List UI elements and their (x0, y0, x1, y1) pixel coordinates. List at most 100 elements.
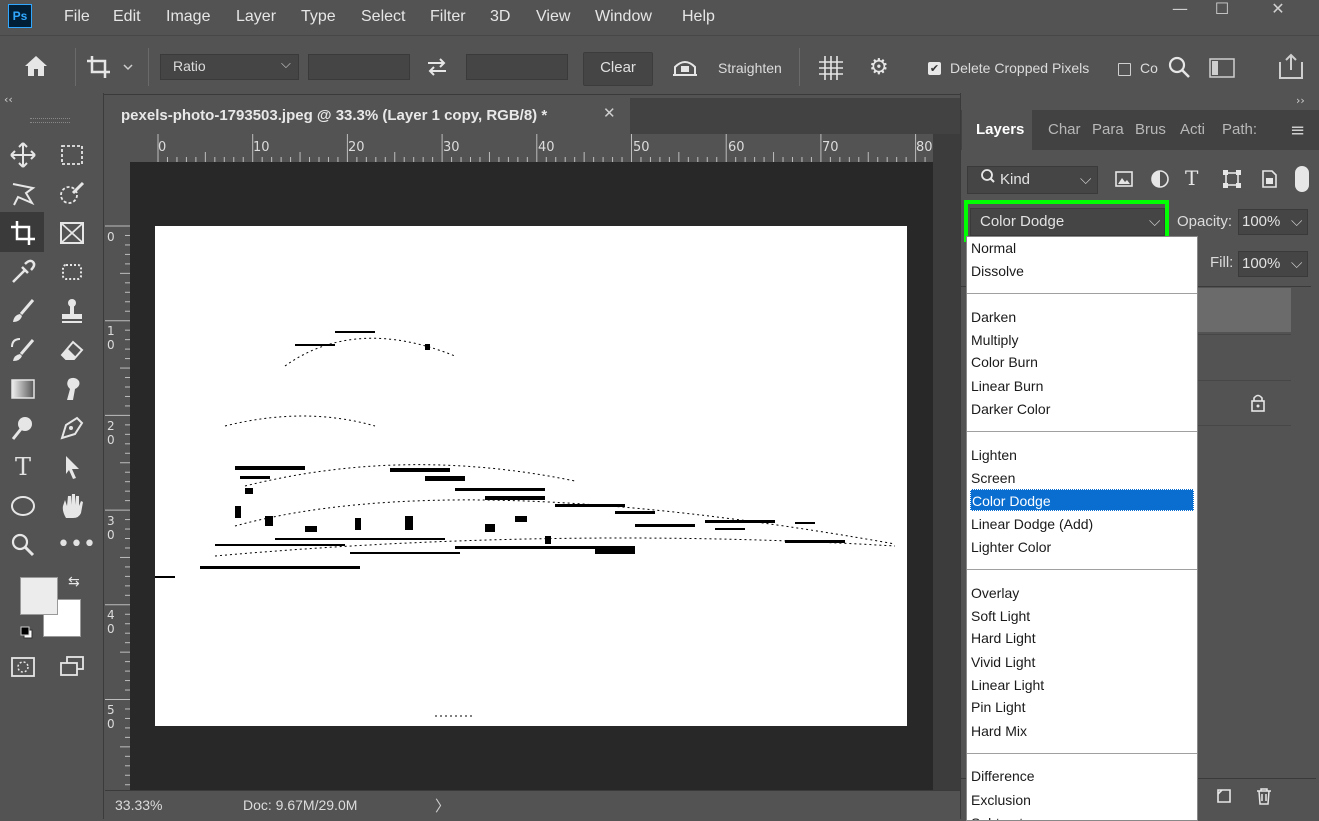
menu-image[interactable]: Image (166, 0, 210, 35)
blend-option-linear-dodge[interactable]: Linear Dodge (Add) (970, 513, 1195, 535)
lock-icon[interactable] (1249, 393, 1267, 417)
smudge-tool-icon[interactable] (57, 374, 87, 404)
blend-option-hard-light[interactable]: Hard Light (970, 627, 1195, 649)
menu-3d[interactable]: 3D (490, 0, 510, 35)
document-tab[interactable]: pexels-photo-1793503.jpeg @ 33.3% (Layer… (105, 98, 630, 134)
type-layer-filter-icon[interactable]: T (1185, 166, 1207, 190)
screen-mode-icon[interactable] (57, 652, 87, 682)
layer-filter-kind-select[interactable]: Kind ⌵ (967, 166, 1098, 194)
blend-option-darken[interactable]: Darken (970, 306, 1195, 328)
blend-option-darker-color[interactable]: Darker Color (970, 398, 1195, 420)
lasso-tool-icon[interactable] (8, 179, 38, 209)
smart-object-filter-icon[interactable] (1258, 168, 1280, 190)
workspace-icon[interactable] (1207, 56, 1237, 80)
blend-option-color-dodge[interactable]: Color Dodge (970, 489, 1194, 511)
blend-option-difference[interactable]: Difference (970, 765, 1195, 787)
menu-filter[interactable]: Filter (430, 0, 466, 35)
straighten-label[interactable]: Straighten (718, 60, 782, 76)
pixel-layer-filter-icon[interactable] (1113, 168, 1135, 190)
search-icon[interactable] (1166, 54, 1192, 82)
tab-paragraph[interactable]: Para (1092, 110, 1124, 150)
toolbar-grip[interactable] (30, 118, 70, 123)
shape-layer-filter-icon[interactable] (1221, 168, 1243, 190)
clear-button[interactable]: Clear (583, 52, 653, 86)
gradient-tool-icon[interactable] (8, 374, 38, 404)
straighten-icon[interactable] (670, 55, 700, 81)
tab-paths[interactable]: Path: (1222, 110, 1257, 150)
quick-mask-icon[interactable] (8, 652, 38, 682)
menu-edit[interactable]: Edit (113, 0, 141, 35)
blend-mode-select[interactable]: Color Dodge ⌵ (970, 208, 1165, 236)
share-icon[interactable] (1276, 52, 1306, 82)
healing-brush-tool-icon[interactable] (57, 257, 87, 287)
menu-type[interactable]: Type (301, 0, 336, 35)
swap-colors-icon[interactable]: ⇆ (68, 574, 80, 590)
foreground-color-swatch-top[interactable] (20, 577, 58, 615)
zoom-tool-icon[interactable] (8, 530, 38, 560)
blend-option-linear-light[interactable]: Linear Light (970, 674, 1195, 696)
blend-option-lighten[interactable]: Lighten (970, 444, 1195, 466)
clone-stamp-tool-icon[interactable] (57, 296, 87, 326)
horizontal-ruler[interactable]: 0 10 20 30 40 50 60 70 80 (105, 134, 933, 163)
frame-tool-icon[interactable] (57, 218, 87, 248)
new-layer-icon[interactable] (1214, 786, 1234, 806)
zoom-level[interactable]: 33.33% (115, 797, 162, 813)
blend-option-color-burn[interactable]: Color Burn (970, 351, 1195, 373)
tab-brushes[interactable]: Brus (1135, 110, 1166, 150)
maximize-button[interactable]: ☐ (1200, 0, 1244, 20)
pen-tool-icon[interactable] (57, 413, 87, 443)
blend-option-overlay[interactable]: Overlay (970, 582, 1195, 604)
tab-layers[interactable]: Layers (976, 110, 1024, 150)
blend-option-subtract[interactable]: Subtract (970, 812, 1195, 820)
home-icon[interactable] (22, 53, 52, 81)
layer-row-background[interactable] (1197, 380, 1291, 426)
menu-layer[interactable]: Layer (236, 0, 276, 35)
panel-menu-icon[interactable]: ≡ (1290, 120, 1305, 141)
history-brush-tool-icon[interactable] (8, 335, 38, 365)
content-aware-checkbox[interactable] (1118, 63, 1131, 76)
status-info-arrow-icon[interactable]: 〉 (435, 795, 450, 816)
delete-cropped-checkbox[interactable]: ✔ (928, 62, 941, 75)
photoshop-logo[interactable]: Ps (8, 4, 32, 28)
close-window-button[interactable]: ✕ (1256, 0, 1300, 20)
ratio-width-input[interactable] (308, 54, 410, 80)
blend-option-dissolve[interactable]: Dissolve (970, 260, 1195, 282)
blend-option-linear-burn[interactable]: Linear Burn (970, 375, 1195, 397)
menu-help[interactable]: Help (682, 0, 715, 35)
tab-character[interactable]: Char (1048, 110, 1081, 150)
blend-option-soft-light[interactable]: Soft Light (970, 605, 1195, 627)
hand-tool-icon[interactable] (57, 491, 87, 521)
menu-window[interactable]: Window (595, 0, 652, 35)
layer-row[interactable] (1197, 334, 1291, 379)
blend-option-normal[interactable]: Normal (970, 237, 1195, 259)
fill-input[interactable]: 100% ⌵ (1238, 251, 1308, 277)
vertical-ruler[interactable]: 0 10 20 30 40 50 (105, 162, 131, 790)
grid-overlay-icon[interactable] (816, 54, 846, 82)
default-colors-icon[interactable] (20, 626, 33, 639)
close-tab-icon[interactable]: ✕ (603, 104, 616, 122)
layer-row-selected[interactable] (1197, 288, 1291, 332)
brush-tool-icon[interactable] (8, 296, 38, 326)
blend-option-lighter-color[interactable]: Lighter Color (970, 536, 1195, 558)
adjustment-layer-filter-icon[interactable] (1149, 168, 1171, 190)
ratio-height-input[interactable] (466, 54, 568, 80)
expand-panels-icon[interactable]: ›› (1296, 94, 1305, 107)
move-tool-icon[interactable] (8, 140, 38, 170)
menu-select[interactable]: Select (361, 0, 405, 35)
marquee-tool-icon[interactable] (57, 140, 87, 170)
tab-actions[interactable]: Acti (1180, 110, 1205, 150)
blend-option-screen[interactable]: Screen (970, 467, 1195, 489)
blend-option-pin-light[interactable]: Pin Light (970, 696, 1195, 718)
crop-tool-preset-icon[interactable] (84, 52, 138, 82)
swap-icon[interactable] (424, 54, 450, 80)
blend-option-exclusion[interactable]: Exclusion (970, 789, 1195, 811)
blend-option-hard-mix[interactable]: Hard Mix (970, 720, 1195, 742)
gear-icon[interactable]: ⚙ (869, 54, 899, 84)
filter-toggle-switch[interactable] (1295, 166, 1309, 192)
image-canvas[interactable] (155, 226, 907, 726)
blend-mode-dropdown-list[interactable]: Normal Dissolve Darken Multiply Color Bu… (966, 236, 1198, 821)
vertical-scrollbar[interactable] (933, 134, 960, 790)
ellipse-tool-icon[interactable] (8, 491, 38, 521)
menu-file[interactable]: File (64, 0, 90, 35)
path-selection-tool-icon[interactable] (57, 452, 87, 482)
